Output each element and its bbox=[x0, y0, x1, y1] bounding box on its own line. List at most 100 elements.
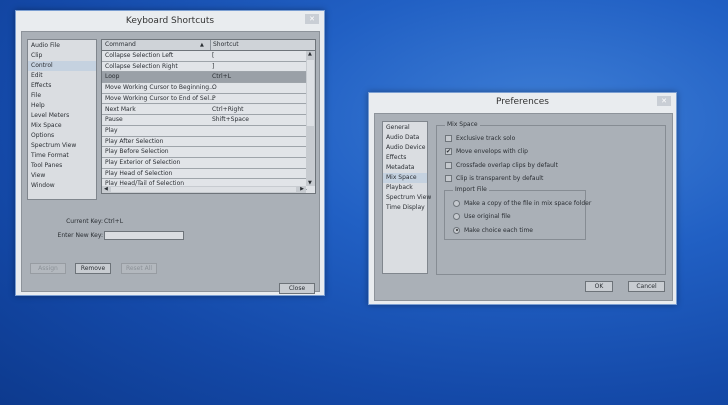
group-title: Mix Space bbox=[445, 121, 480, 128]
category-item[interactable]: Edit bbox=[28, 71, 96, 81]
table-row[interactable]: Play Head of Selection bbox=[102, 168, 307, 180]
category-item[interactable]: Effects bbox=[28, 81, 96, 91]
checkbox-label: Move envelops with clip bbox=[456, 148, 528, 156]
table-row[interactable]: Play After Selection bbox=[102, 136, 307, 148]
table-row[interactable]: Loop Ctrl+L bbox=[102, 72, 307, 84]
close-icon[interactable]: ✕ bbox=[305, 14, 319, 24]
radio-label: Make choice each time bbox=[464, 226, 533, 234]
table-row[interactable]: Play bbox=[102, 125, 307, 137]
table-row[interactable]: Next Mark Ctrl+Right bbox=[102, 104, 307, 116]
radio-button[interactable] bbox=[453, 226, 460, 234]
checkbox-label: Crossfade overlap clips by default bbox=[456, 161, 558, 169]
table-row[interactable]: Play Before Selection bbox=[102, 147, 307, 158]
scroll-right-icon[interactable]: ▶ bbox=[300, 186, 304, 192]
table-row[interactable]: Play Exterior of Selection bbox=[102, 158, 307, 169]
checkbox[interactable]: ✔ bbox=[445, 148, 452, 156]
radio-label: Make a copy of the file in mix space fol… bbox=[464, 200, 592, 207]
scroll-thumb[interactable] bbox=[307, 60, 314, 126]
category-item[interactable]: Clip bbox=[28, 51, 96, 61]
table-row[interactable]: Collapse Selection Right] bbox=[102, 61, 307, 73]
vertical-scrollbar[interactable]: ▲ ▼ bbox=[306, 51, 315, 186]
scroll-down-icon[interactable]: ▼ bbox=[308, 180, 312, 186]
category-item[interactable]: General bbox=[383, 123, 427, 133]
current-key-value: Ctrl+L bbox=[104, 218, 124, 225]
table-row[interactable]: Move Working Cursor to Beginning... O bbox=[102, 83, 307, 94]
shortcut-cell: Ctrl+L bbox=[212, 73, 232, 81]
close-icon[interactable]: ✕ bbox=[657, 96, 671, 106]
checkbox[interactable] bbox=[445, 175, 452, 183]
category-item[interactable]: Time Format bbox=[28, 151, 96, 161]
category-item[interactable]: Playback bbox=[383, 183, 427, 193]
shortcut-cell: [ bbox=[212, 52, 215, 59]
category-item[interactable]: Metadata bbox=[383, 163, 427, 173]
column-header-command[interactable]: Command bbox=[105, 40, 136, 50]
group-title: Import File bbox=[453, 186, 489, 193]
checkbox[interactable] bbox=[445, 161, 452, 169]
reset-all-button[interactable]: Reset All bbox=[121, 263, 157, 274]
checkbox-label: Exclusive track solo bbox=[456, 135, 516, 142]
category-item[interactable]: Audio Device bbox=[383, 143, 427, 153]
preferences-dialog: Preferences ✕ General Audio Data Audio Dev… bbox=[368, 92, 677, 305]
command-cell: Move Working Cursor to End of Sel... bbox=[105, 94, 215, 102]
keyboard-shortcuts-dialog: Keyboard Shortcuts ✕ Audio File Clip Contr… bbox=[15, 10, 325, 296]
category-item[interactable]: Mix Space bbox=[383, 173, 427, 183]
category-item[interactable]: Window bbox=[28, 181, 96, 191]
category-item[interactable]: File bbox=[28, 91, 96, 101]
dialog-body: General Audio Data Audio Device Effects Meta… bbox=[374, 113, 673, 301]
scroll-left-icon[interactable]: ◀ bbox=[104, 186, 108, 192]
category-item[interactable]: Spectrum View bbox=[28, 141, 96, 151]
command-cell: Play Exterior of Selection bbox=[105, 159, 181, 166]
current-key-label: Current Key: bbox=[66, 218, 103, 225]
table-row[interactable]: Collapse Selection Left [ bbox=[102, 51, 307, 62]
assign-button[interactable]: Assign bbox=[30, 263, 66, 274]
radio-button[interactable] bbox=[453, 213, 460, 221]
radio-button[interactable] bbox=[453, 200, 460, 207]
shortcut-cell: O bbox=[212, 84, 217, 92]
category-list[interactable]: Audio File Clip Control Edit Effects File Help… bbox=[27, 39, 97, 200]
category-item[interactable]: Effects bbox=[383, 153, 427, 163]
shortcut-cell: ] bbox=[212, 62, 215, 70]
close-button[interactable]: Close bbox=[279, 283, 315, 294]
command-cell: Move Working Cursor to Beginning... bbox=[105, 84, 215, 92]
category-item[interactable]: Options bbox=[28, 131, 96, 141]
ok-button[interactable]: OK bbox=[585, 281, 613, 292]
category-item[interactable]: Mix Space bbox=[28, 121, 96, 131]
new-key-input[interactable] bbox=[104, 231, 184, 240]
remove-button[interactable]: Remove bbox=[75, 263, 111, 274]
radio-label: Use original file bbox=[464, 213, 511, 221]
category-item[interactable]: Control bbox=[28, 61, 96, 71]
shortcut-cell: P bbox=[212, 94, 216, 102]
cancel-button[interactable]: Cancel bbox=[628, 281, 665, 292]
category-item[interactable]: Spectrum View bbox=[383, 193, 431, 203]
category-item[interactable]: Time Display bbox=[383, 203, 427, 213]
scroll-up-icon[interactable]: ▲ bbox=[308, 51, 312, 57]
table-row[interactable]: Pause Shift+Space bbox=[102, 115, 307, 126]
category-item[interactable]: Audio Data bbox=[383, 133, 427, 143]
category-item[interactable]: Audio File bbox=[28, 41, 96, 51]
category-item[interactable]: Tool Panes bbox=[28, 161, 96, 171]
command-table: Command ▲ Shortcut Collapse Selection Le… bbox=[101, 39, 316, 194]
dialog-title: Preferences bbox=[496, 97, 549, 107]
checkbox-label: Clip is transparent by default bbox=[456, 175, 544, 183]
command-cell: Pause bbox=[105, 116, 123, 124]
shortcut-cell: Shift+Space bbox=[212, 116, 249, 124]
category-item[interactable]: Level Meters bbox=[28, 111, 96, 121]
category-item[interactable]: View bbox=[28, 171, 96, 181]
command-cell: Collapse Selection Right bbox=[105, 62, 178, 70]
command-cell: Play Head of Selection bbox=[105, 169, 173, 177]
command-cell: Collapse Selection Left bbox=[105, 52, 174, 59]
table-row[interactable]: Move Working Cursor to End of Sel... P bbox=[102, 93, 307, 105]
column-header-shortcut[interactable]: Shortcut bbox=[210, 40, 239, 50]
scroll-thumb[interactable] bbox=[111, 187, 296, 192]
command-cell: Play Before Selection bbox=[105, 148, 169, 156]
checkbox[interactable] bbox=[445, 135, 452, 142]
dialog-body: Audio File Clip Control Edit Effects File Help… bbox=[21, 31, 320, 294]
command-cell: Play bbox=[105, 126, 118, 134]
category-item[interactable]: Help bbox=[28, 101, 96, 111]
category-list[interactable]: General Audio Data Audio Device Effects Meta… bbox=[382, 121, 431, 274]
import-file-group: Import File Make a copy of the file in m… bbox=[444, 186, 591, 240]
new-key-label: Enter New Key: bbox=[57, 232, 103, 239]
command-cell: Next Mark bbox=[105, 105, 136, 113]
shortcut-cell: Ctrl+Right bbox=[212, 105, 244, 113]
horizontal-scrollbar[interactable]: ◀ ▶ bbox=[102, 186, 306, 193]
